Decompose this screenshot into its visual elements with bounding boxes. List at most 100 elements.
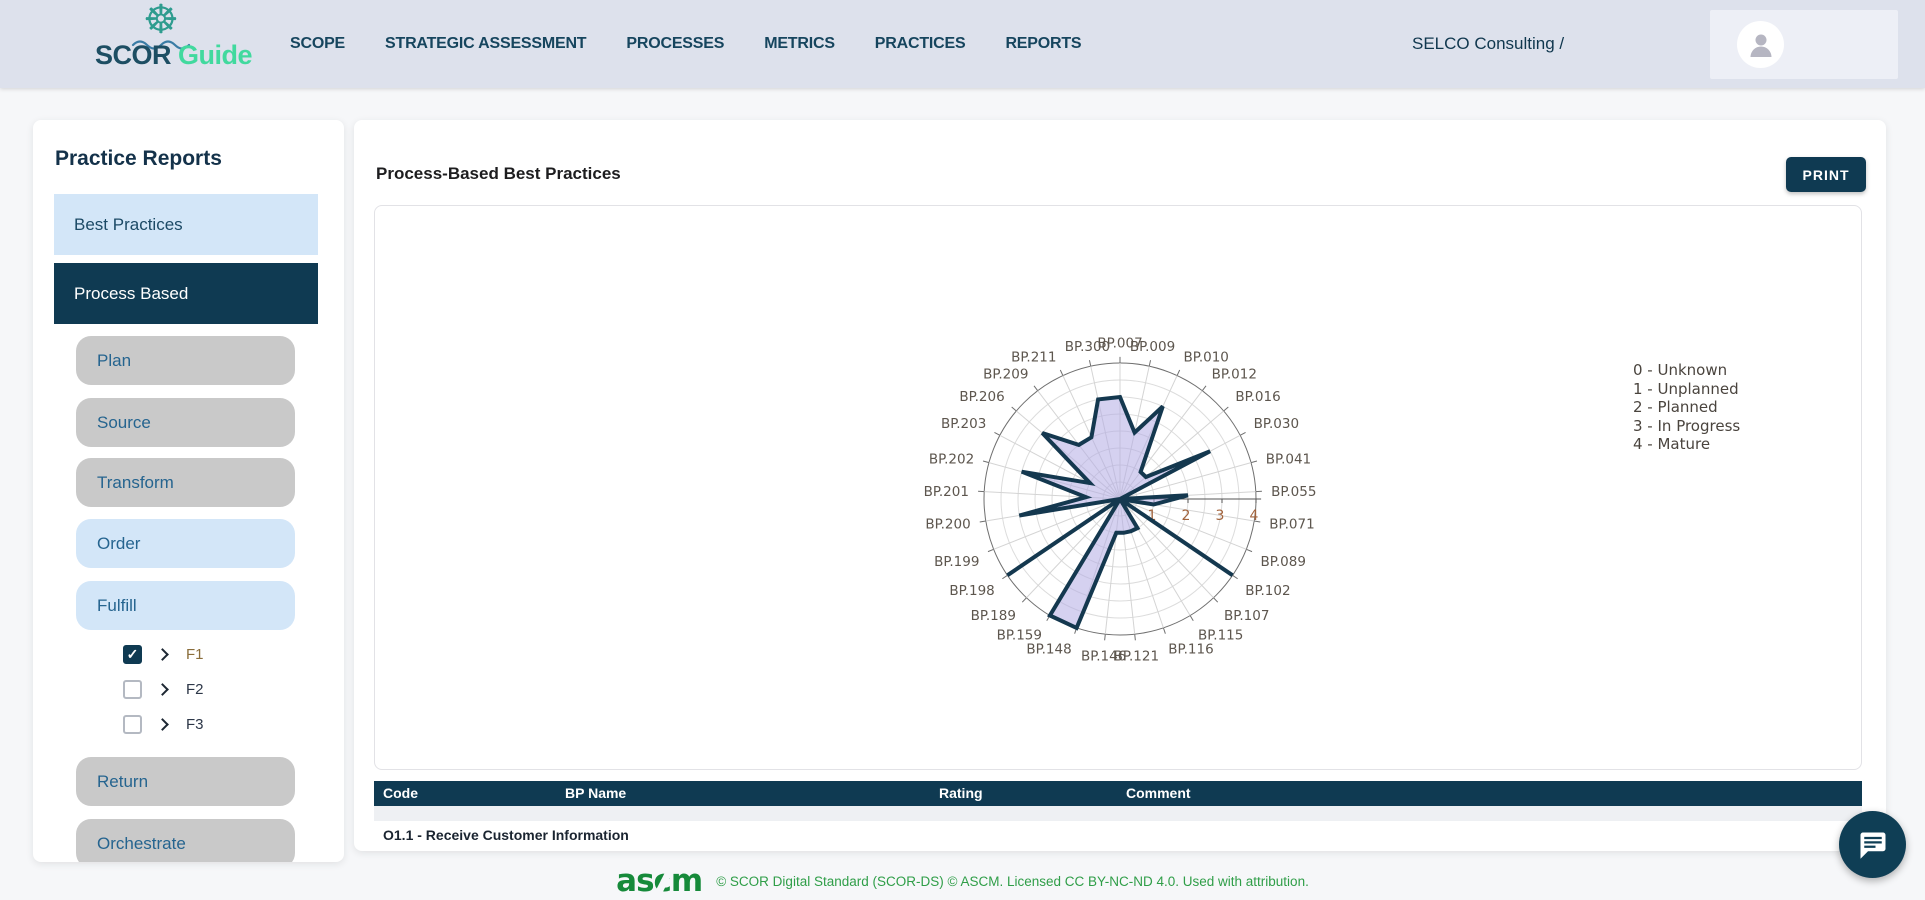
avatar-panel[interactable] — [1710, 10, 1898, 79]
print-button[interactable]: PRINT — [1786, 157, 1866, 192]
logo-scor: SCOR — [95, 40, 171, 70]
sidebar-pill-plan[interactable]: Plan — [76, 336, 295, 385]
ship-wheel-icon: ☸ — [143, 0, 179, 40]
sidebar-pill-transform[interactable]: Transform — [76, 458, 295, 507]
svg-text:BP.041: BP.041 — [1266, 452, 1311, 468]
svg-text:BP.206: BP.206 — [959, 389, 1004, 405]
sidebar-pill-source[interactable]: Source — [76, 398, 295, 447]
column-header-comment: Comment — [1126, 781, 1191, 806]
chat-bubble-icon — [1858, 830, 1888, 860]
nav-reports[interactable]: REPORTS — [1005, 35, 1081, 53]
svg-text:BP.200: BP.200 — [925, 516, 970, 532]
sidebar-title: Practice Reports — [55, 147, 222, 171]
svg-text:BP.148: BP.148 — [1026, 641, 1071, 657]
pill-label: Orchestrate — [97, 834, 186, 854]
fulfill-child-row-f2[interactable]: ✓ F2 — [123, 679, 204, 699]
ascm-logo: ascm — [616, 866, 702, 897]
logo-guide: Guide — [178, 40, 252, 70]
pill-label: Fulfill — [97, 596, 137, 616]
radar-chart-container: 1234BP.007BP.009BP.010BP.012BP.016BP.030… — [730, 209, 1510, 789]
svg-text:BP.107: BP.107 — [1224, 608, 1269, 624]
column-header-bp-name: BP Name — [565, 781, 626, 806]
sidebar-item-label: Best Practices — [74, 215, 183, 235]
svg-text:4: 4 — [1250, 508, 1259, 524]
svg-text:BP.009: BP.009 — [1130, 339, 1175, 355]
pill-label: Transform — [97, 473, 174, 493]
svg-text:BP.189: BP.189 — [971, 608, 1016, 624]
fulfill-child-row-f1[interactable]: ✓ F1 — [123, 644, 204, 664]
column-header-rating: Rating — [939, 781, 983, 806]
svg-text:3: 3 — [1216, 508, 1225, 524]
sidebar-pill-order[interactable]: Order — [76, 519, 295, 568]
radar-chart: 1234BP.007BP.009BP.010BP.012BP.016BP.030… — [730, 209, 1510, 789]
svg-text:BP.030: BP.030 — [1254, 416, 1299, 432]
legend-item: 0 - Unknown — [1633, 361, 1740, 380]
nav-strategic-assessment[interactable]: STRATEGIC ASSESSMENT — [385, 35, 586, 53]
column-header-code: Code — [383, 781, 418, 806]
account-menu[interactable]: SELCO Consulting / — [1412, 0, 1564, 88]
svg-text:BP.300: BP.300 — [1065, 339, 1110, 355]
report-panel: Process-Based Best Practices PRINT 1234B… — [354, 120, 1886, 851]
table-group-row: O1.1 - Receive Customer Information — [374, 821, 1862, 851]
f3-label: F3 — [186, 716, 204, 733]
page-title: Process-Based Best Practices — [376, 164, 621, 184]
sidebar-pill-orchestrate[interactable]: Orchestrate — [76, 819, 295, 862]
legend-item: 2 - Planned — [1633, 398, 1740, 417]
pill-label: Source — [97, 413, 151, 433]
app-logo[interactable]: ☸ SCOR Guide — [95, 4, 285, 84]
nav-processes[interactable]: PROCESSES — [626, 35, 724, 53]
practice-reports-sidebar: Practice Reports Best Practices Process … — [33, 120, 344, 862]
nav-scope[interactable]: SCOPE — [290, 35, 345, 53]
svg-text:BP.116: BP.116 — [1168, 641, 1213, 657]
main-nav: SCOPE STRATEGIC ASSESSMENT PROCESSES MET… — [290, 0, 1081, 88]
svg-text:BP.089: BP.089 — [1261, 554, 1306, 570]
bp-table-header: Code BP Name Rating Comment — [374, 781, 1862, 806]
nav-practices[interactable]: PRACTICES — [875, 35, 966, 53]
fulfill-child-row-f3[interactable]: ✓ F3 — [123, 714, 204, 734]
avatar — [1737, 21, 1784, 68]
person-icon — [1746, 30, 1776, 60]
f2-label: F2 — [186, 681, 204, 698]
svg-text:BP.016: BP.016 — [1235, 389, 1280, 405]
f1-checkbox[interactable]: ✓ — [123, 645, 142, 664]
svg-text:BP.198: BP.198 — [949, 583, 994, 599]
pill-label: Return — [97, 772, 148, 792]
pill-label: Plan — [97, 351, 131, 371]
logo-text: SCOR Guide — [95, 40, 252, 71]
pill-label: Order — [97, 534, 140, 554]
svg-text:BP.159: BP.159 — [997, 628, 1042, 644]
svg-text:BP.055: BP.055 — [1271, 484, 1316, 500]
sidebar-item-label: Process Based — [74, 284, 188, 304]
f3-checkbox[interactable]: ✓ — [123, 715, 142, 734]
f1-label: F1 — [186, 646, 204, 663]
legend-item: 4 - Mature — [1633, 435, 1740, 454]
svg-text:BP.201: BP.201 — [924, 484, 969, 500]
sidebar-pill-fulfill[interactable]: Fulfill — [76, 581, 295, 630]
rating-legend: 0 - Unknown 1 - Unplanned 2 - Planned 3 … — [1633, 361, 1740, 454]
nav-metrics[interactable]: METRICS — [764, 35, 835, 53]
chevron-right-icon[interactable] — [156, 718, 169, 731]
svg-text:BP.209: BP.209 — [983, 367, 1028, 383]
chevron-right-icon[interactable] — [156, 683, 169, 696]
check-icon: ✓ — [127, 647, 139, 661]
svg-text:BP.012: BP.012 — [1212, 367, 1257, 383]
svg-text:BP.102: BP.102 — [1245, 583, 1290, 599]
svg-text:2: 2 — [1182, 508, 1191, 524]
app-header: ☸ SCOR Guide SCOPE STRATEGIC ASSESSMENT … — [0, 0, 1925, 88]
svg-text:BP.071: BP.071 — [1269, 516, 1314, 532]
f2-checkbox[interactable]: ✓ — [123, 680, 142, 699]
svg-text:BP.146: BP.146 — [1081, 648, 1126, 664]
chat-button[interactable] — [1839, 811, 1906, 878]
svg-text:BP.010: BP.010 — [1184, 350, 1229, 366]
svg-text:BP.203: BP.203 — [941, 416, 986, 432]
sidebar-pill-return[interactable]: Return — [76, 757, 295, 806]
svg-text:BP.211: BP.211 — [1011, 350, 1056, 366]
app-footer: ascm © SCOR Digital Standard (SCOR-DS) ©… — [0, 862, 1925, 900]
svg-text:BP.202: BP.202 — [929, 452, 974, 468]
table-spacer-row — [374, 806, 1862, 821]
radar-chart-panel: 1234BP.007BP.009BP.010BP.012BP.016BP.030… — [374, 205, 1862, 770]
sidebar-item-process-based[interactable]: Process Based — [54, 263, 318, 324]
chevron-right-icon[interactable] — [156, 648, 169, 661]
sidebar-item-best-practices[interactable]: Best Practices — [54, 194, 318, 255]
legend-item: 3 - In Progress — [1633, 417, 1740, 436]
